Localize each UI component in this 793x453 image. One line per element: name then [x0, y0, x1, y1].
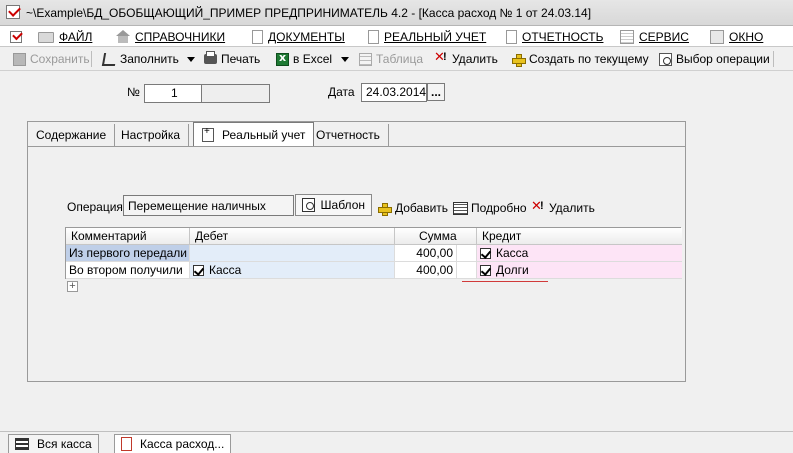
add-row-button[interactable]: +	[67, 281, 78, 292]
menu-check-icon[interactable]	[10, 28, 27, 45]
date-field[interactable]: 24.03.2014	[361, 83, 427, 102]
date-label: Дата	[328, 85, 355, 99]
menu-window[interactable]: ОКНО	[710, 28, 763, 45]
number-suffix-field	[201, 84, 270, 103]
tab-strip-line	[28, 146, 685, 147]
tab-real-accounting[interactable]: Реальный учет	[193, 122, 315, 146]
debit-checkbox[interactable]	[193, 264, 204, 276]
select-operation-button[interactable]: Выбор операции	[659, 51, 770, 67]
credit-checkbox[interactable]	[480, 247, 491, 259]
excel-icon	[276, 51, 289, 66]
column-header-credit[interactable]: Кредит	[477, 228, 682, 245]
add-button[interactable]: Добавить	[378, 200, 448, 216]
plus-icon	[378, 202, 392, 216]
tab-settings[interactable]: Настройка	[113, 124, 190, 146]
save-button[interactable]: Сохранить	[13, 51, 90, 67]
spellcheck-underline	[462, 281, 548, 282]
entries-grid: Комментарий Дебет Сумма Кредит Из первог…	[65, 227, 682, 279]
operation-icon	[659, 52, 672, 66]
title-bar: ~\Example\БД_ОБОБЩАЮЩИЙ_ПРИМЕР ПРЕДПРИНИ…	[0, 0, 793, 26]
details-icon	[453, 201, 468, 215]
menu-directories[interactable]: СПРАВОЧНИКИ	[116, 28, 225, 45]
grid-icon	[620, 29, 634, 44]
window-tab-cash-expense[interactable]: Касса расход...	[114, 434, 232, 453]
template-icon	[302, 198, 315, 212]
excel-button[interactable]: в Excel	[276, 51, 332, 67]
column-header-debit[interactable]: Дебет	[190, 228, 395, 245]
table-row-cell-debit[interactable]: Касса	[190, 262, 395, 279]
table-row-cell-sum[interactable]: 400,00	[395, 262, 457, 279]
app-check-icon	[6, 5, 20, 19]
toolbar-separator	[91, 51, 92, 67]
document-icon	[252, 29, 263, 44]
fill-button[interactable]: Заполнить	[101, 51, 179, 67]
delete-button[interactable]: Удалить	[434, 50, 498, 67]
date-picker-button[interactable]: ...	[427, 83, 445, 101]
menu-reporting[interactable]: ОТЧЕТНОСТЬ	[506, 28, 603, 45]
toolbar-separator	[773, 51, 774, 67]
template-button[interactable]: Шаблон	[295, 194, 372, 216]
chevron-down-icon	[187, 56, 195, 62]
operation-label: Операция	[67, 200, 123, 214]
delete-icon	[434, 50, 448, 66]
table-button[interactable]: Таблица	[359, 51, 423, 67]
create-from-current-button[interactable]: Создать по текущему	[512, 51, 649, 67]
table-row-cell-comment[interactable]: Из первого передали	[66, 245, 190, 262]
cash-stack-icon	[15, 438, 29, 450]
chevron-down-icon	[341, 56, 349, 62]
tab-content[interactable]: Содержание	[28, 124, 116, 146]
number-label: №	[127, 85, 140, 99]
menu-documents[interactable]: ДОКУМЕНТЫ	[252, 28, 345, 45]
table-icon	[359, 52, 372, 66]
save-icon	[13, 52, 26, 66]
window-tab-all-cash[interactable]: Вся касса	[8, 434, 99, 453]
delete-row-button[interactable]: Удалить	[531, 199, 595, 216]
credit-checkbox[interactable]	[480, 264, 491, 276]
details-button[interactable]: Подробно	[453, 200, 527, 216]
document-icon	[121, 437, 132, 451]
document-icon	[506, 29, 517, 44]
delete-icon	[531, 199, 545, 215]
number-field[interactable]: 1	[144, 84, 202, 103]
column-header-sum[interactable]: Сумма	[395, 228, 477, 245]
home-icon	[116, 29, 130, 44]
fill-icon	[101, 52, 118, 66]
menu-service[interactable]: СЕРВИС	[620, 28, 689, 45]
table-row-cell-sum-extra	[457, 245, 477, 262]
window-icon	[710, 29, 724, 44]
table-row-cell-sum-extra	[457, 262, 477, 279]
table-row-cell-debit[interactable]	[190, 245, 395, 262]
toolbar: Сохранить Заполнить Печать в Excel Табли…	[0, 47, 793, 71]
folder-icon	[38, 32, 54, 43]
fill-dropdown-button[interactable]	[187, 51, 195, 67]
table-row-cell-credit[interactable]: Касса	[477, 245, 682, 262]
operation-field[interactable]: Перемещение наличных	[123, 195, 294, 216]
card-icon	[202, 126, 214, 142]
menu-real-accounting[interactable]: РЕАЛЬНЫЙ УЧЕТ	[368, 28, 486, 45]
window-title: ~\Example\БД_ОБОБЩАЮЩИЙ_ПРИМЕР ПРЕДПРИНИ…	[26, 6, 592, 20]
menu-bar: ФАЙЛ СПРАВОЧНИКИ ДОКУМЕНТЫ РЕАЛЬНЫЙ УЧЕТ…	[0, 26, 793, 47]
column-header-comment[interactable]: Комментарий	[66, 228, 190, 245]
menu-file[interactable]: ФАЙЛ	[38, 28, 92, 45]
tab-reporting[interactable]: Отчетность	[308, 124, 389, 146]
table-row-cell-sum[interactable]: 400,00	[395, 245, 457, 262]
document-icon	[368, 29, 379, 44]
table-row-cell-credit[interactable]: Долги	[477, 262, 682, 279]
printer-icon	[204, 51, 217, 64]
excel-dropdown-button[interactable]	[341, 51, 349, 67]
table-row-cell-comment[interactable]: Во втором получили	[66, 262, 190, 279]
plus-icon	[512, 53, 526, 67]
print-button[interactable]: Печать	[204, 51, 260, 67]
